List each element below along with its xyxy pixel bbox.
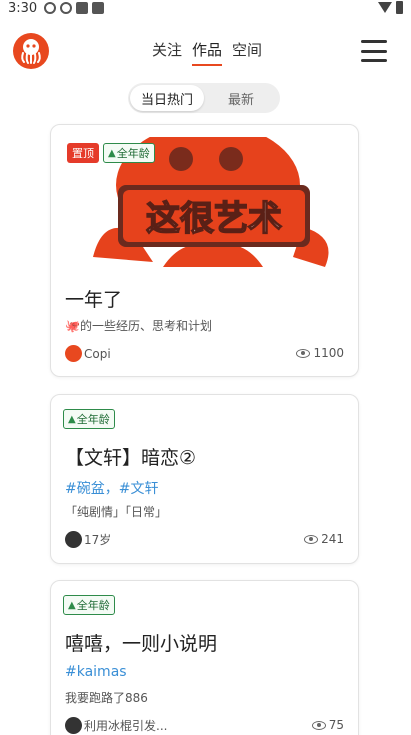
post-author[interactable]: 利用冰棍引发... — [65, 717, 167, 734]
tab-following[interactable]: 关注 — [152, 39, 182, 66]
tab-space[interactable]: 空间 — [232, 39, 262, 66]
octopus-logo-icon[interactable] — [13, 33, 49, 69]
post-card[interactable]: 这很艺术 置顶 ▲ 全年龄 一年了 🐙的一些经历、思考和计划 Copi 1100 — [50, 124, 359, 377]
post-description: 🐙的一些经历、思考和计划 — [65, 319, 212, 333]
post-tags[interactable]: #碗盆，#文轩 — [65, 478, 158, 498]
triangle-icon: ▲ — [68, 599, 76, 611]
battery-icon — [396, 1, 403, 14]
app-header: 关注 作品 空间 — [0, 30, 411, 72]
eye-icon — [311, 720, 326, 730]
badges: ▲ 全年龄 — [63, 409, 115, 429]
post-author[interactable]: Copi — [65, 345, 111, 362]
status-bar: 3:30 — [0, 0, 411, 18]
age-rating-badge: ▲ 全年龄 — [63, 409, 115, 429]
filter-daily-hot[interactable]: 当日热门 — [130, 85, 204, 111]
author-name: 17岁 — [84, 533, 112, 547]
avatar — [65, 531, 82, 548]
main-tabs: 关注 作品 空间 — [152, 39, 262, 66]
tab-works[interactable]: 作品 — [192, 39, 223, 66]
view-count: 241 — [304, 532, 344, 546]
post-author[interactable]: 17岁 — [65, 531, 111, 548]
post-description: 「纯剧情」「日常」 — [65, 505, 168, 519]
post-title: 一年了 — [65, 289, 123, 311]
post-card[interactable]: ▲ 全年龄 【文轩】暗恋② #碗盆，#文轩 「纯剧情」「日常」 17岁 241 — [50, 394, 359, 564]
author-name: 利用冰棍引发... — [84, 719, 168, 733]
age-rating-badge: ▲ 全年龄 — [103, 143, 155, 163]
avatar — [65, 345, 82, 362]
triangle-icon: ▲ — [108, 147, 116, 159]
cover-caption: 这很艺术 — [146, 199, 282, 239]
post-title: 【文轩】暗恋② — [65, 447, 197, 469]
author-name: Copi — [84, 346, 111, 361]
notification-icons — [44, 2, 104, 14]
post-card[interactable]: ▲ 全年龄 嘻嘻，一则小说明 #kaimas 我要跑路了886 利用冰棍引发...… — [50, 580, 359, 735]
wifi-icon — [378, 2, 392, 13]
badges: 置顶 ▲ 全年龄 — [67, 143, 155, 163]
badges: ▲ 全年龄 — [63, 595, 115, 615]
app-notification-icon — [92, 2, 104, 14]
age-rating-badge: ▲ 全年龄 — [63, 595, 115, 615]
view-count: 1100 — [296, 346, 344, 360]
filter-latest[interactable]: 最新 — [204, 85, 278, 111]
app-notification-icon — [76, 2, 88, 14]
sort-filter: 当日热门 最新 — [128, 83, 280, 113]
sync-icon — [60, 2, 72, 14]
avatar — [65, 717, 82, 734]
hamburger-menu-icon[interactable] — [361, 40, 387, 62]
status-time: 3:30 — [8, 1, 38, 16]
sync-icon — [44, 2, 56, 14]
post-description: 我要跑路了886 — [65, 691, 148, 705]
view-count: 75 — [311, 718, 344, 732]
post-tags[interactable]: #kaimas — [65, 664, 127, 680]
eye-icon — [304, 534, 319, 544]
post-title: 嘻嘻，一则小说明 — [65, 633, 218, 655]
eye-icon — [296, 348, 311, 358]
pinned-badge: 置顶 — [67, 143, 99, 163]
triangle-icon: ▲ — [68, 413, 76, 425]
